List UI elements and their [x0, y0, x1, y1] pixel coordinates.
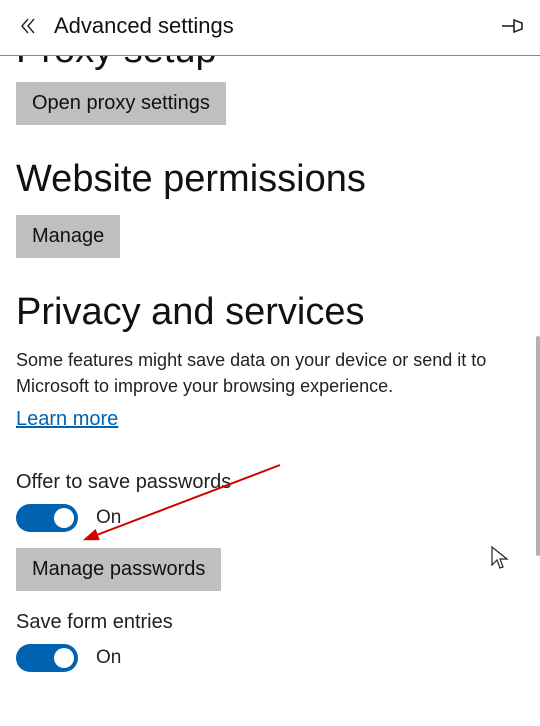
settings-content: Proxy setup Open proxy settings Website …	[0, 56, 540, 726]
pin-button[interactable]	[498, 17, 526, 35]
privacy-heading: Privacy and services	[16, 292, 524, 334]
save-form-state: On	[96, 647, 121, 669]
learn-more-link[interactable]: Learn more	[16, 408, 118, 431]
save-form-toggle[interactable]	[16, 644, 78, 672]
toggle-knob	[54, 508, 74, 528]
proxy-heading: Proxy setup	[16, 56, 524, 72]
pin-icon	[500, 17, 524, 35]
manage-passwords-button[interactable]: Manage passwords	[16, 548, 221, 591]
back-button[interactable]	[14, 16, 42, 36]
website-permissions-heading: Website permissions	[16, 159, 524, 201]
save-passwords-toggle[interactable]	[16, 504, 78, 532]
header-title: Advanced settings	[54, 13, 234, 39]
save-form-label: Save form entries	[16, 611, 524, 634]
toggle-knob	[54, 648, 74, 668]
open-proxy-settings-button[interactable]: Open proxy settings	[16, 82, 226, 125]
save-passwords-toggle-row: On	[16, 504, 524, 532]
privacy-description: Some features might save data on your de…	[16, 347, 524, 399]
scrollbar-track[interactable]	[534, 56, 540, 726]
save-form-toggle-row: On	[16, 644, 524, 672]
settings-header: Advanced settings	[0, 0, 540, 56]
manage-permissions-button[interactable]: Manage	[16, 215, 120, 258]
scrollbar-thumb[interactable]	[536, 336, 540, 556]
save-passwords-label: Offer to save passwords	[16, 471, 524, 494]
chevron-left-double-icon	[18, 16, 38, 36]
save-passwords-state: On	[96, 507, 121, 529]
